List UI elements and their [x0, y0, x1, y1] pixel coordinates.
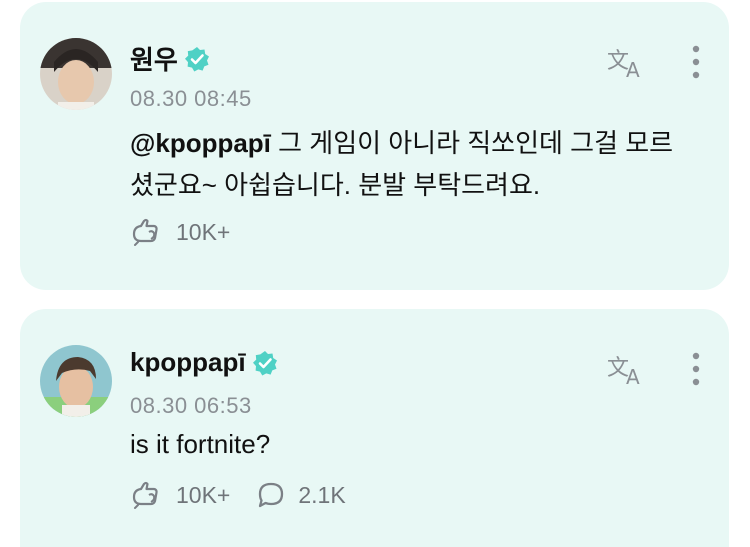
- translate-icon[interactable]: 文 A: [607, 46, 647, 82]
- post-timestamp: 08.30 06:53: [130, 393, 252, 418]
- post-card[interactable]: 원우 08.30 08:45 文 A @kpoppapī 그 게임이 아니라 직…: [20, 2, 729, 290]
- post-body: is it fortnite?: [130, 423, 690, 465]
- like-icon: [132, 218, 158, 246]
- like-count: 10K+: [176, 481, 231, 508]
- more-vertical-icon[interactable]: [691, 44, 701, 80]
- post-text: is it fortnite?: [130, 429, 271, 459]
- comment-count: 2.1K: [298, 481, 346, 508]
- like-icon: [132, 481, 158, 509]
- post-timestamp: 08.30 08:45: [130, 86, 252, 111]
- avatar[interactable]: [40, 345, 112, 417]
- post-actions: 10K+: [130, 218, 256, 246]
- more-vertical-icon[interactable]: [691, 351, 701, 387]
- mention-link[interactable]: @kpoppapī: [130, 128, 271, 158]
- author-name-row: 원우: [130, 40, 210, 77]
- post-body: @kpoppapī 그 게임이 아니라 직쏘인데 그걸 모르셨군요~ 아쉽습니다…: [130, 122, 690, 206]
- comment-icon: [259, 482, 284, 508]
- translate-icon[interactable]: 文 A: [607, 353, 647, 389]
- author-name[interactable]: kpoppapī: [130, 347, 246, 378]
- like-button[interactable]: 10K+: [130, 218, 230, 246]
- svg-text:A: A: [626, 58, 640, 80]
- svg-text:A: A: [626, 365, 640, 387]
- post-actions: 10K+ 2.1K: [130, 481, 372, 509]
- like-count: 10K+: [176, 218, 231, 245]
- verified-badge-icon: [184, 46, 210, 72]
- avatar[interactable]: [40, 38, 112, 110]
- verified-badge-icon: [252, 350, 278, 376]
- author-name[interactable]: 원우: [130, 40, 178, 77]
- like-button[interactable]: 10K+: [130, 481, 230, 509]
- comment-button[interactable]: 2.1K: [256, 481, 346, 509]
- author-name-row: kpoppapī: [130, 347, 278, 378]
- post-card[interactable]: kpoppapī 08.30 06:53 文 A is it fortnite?: [20, 309, 729, 547]
